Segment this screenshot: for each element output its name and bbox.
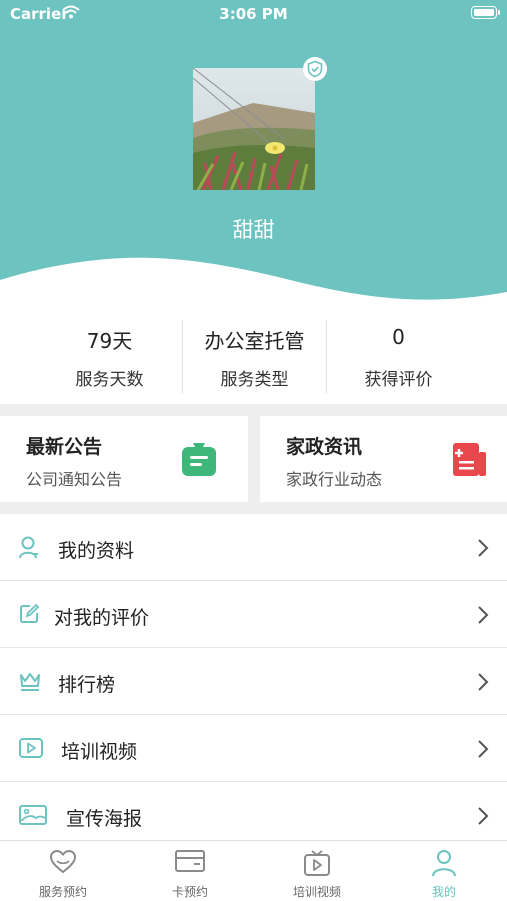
section-divider xyxy=(0,502,507,514)
stat-reviews: 0 获得评价 xyxy=(326,305,471,404)
menu-label: 培训视频 xyxy=(61,741,138,763)
tv-play-icon xyxy=(254,849,380,877)
menu-item-my-profile[interactable]: 我的资料 xyxy=(0,514,507,581)
stat-value: 79天 xyxy=(86,329,133,353)
stat-service-type: 办公室托管 服务类型 xyxy=(182,305,327,404)
profile-header: Carrier 3:06 PM 甜甜 xyxy=(0,0,507,305)
battery-cap xyxy=(498,10,500,15)
stats-row: 79天 服务天数 办公室托管 服务类型 0 获得评价 xyxy=(0,305,507,404)
video-play-icon xyxy=(18,737,44,763)
info-cards: 最新公告 公司通知公告 家政资讯 家政行业动态 xyxy=(0,416,507,502)
card-title: 家政资讯 xyxy=(286,436,363,458)
tab-bar: 服务预约 卡预约 培训视频 我的 xyxy=(0,840,507,900)
notice-bag-icon xyxy=(180,440,218,482)
menu-item-my-reviews[interactable]: 对我的评价 xyxy=(0,581,507,648)
menu-item-training-videos[interactable]: 培训视频 xyxy=(0,715,507,782)
card-icon xyxy=(127,849,253,877)
card-subtitle: 家政行业动态 xyxy=(286,470,383,489)
card-announcements[interactable]: 最新公告 公司通知公告 xyxy=(0,416,248,502)
heart-icon xyxy=(0,849,126,877)
chevron-right-icon xyxy=(477,739,489,763)
chevron-right-icon xyxy=(477,538,489,562)
avatar[interactable] xyxy=(193,68,315,190)
person-icon xyxy=(381,849,507,877)
tab-label: 服务预约 xyxy=(38,885,87,899)
stat-value: 办公室托管 xyxy=(204,329,305,353)
section-divider xyxy=(0,404,507,416)
crown-icon xyxy=(18,670,42,696)
edit-icon xyxy=(18,603,40,629)
news-document-icon xyxy=(451,440,489,482)
stat-service-days: 79天 服务天数 xyxy=(37,305,182,404)
tab-label: 培训视频 xyxy=(292,885,341,899)
tab-mine[interactable]: 我的 xyxy=(381,841,507,901)
card-title: 最新公告 xyxy=(26,436,103,458)
menu-label: 对我的评价 xyxy=(54,607,150,629)
tab-label: 卡预约 xyxy=(171,885,208,899)
verified-shield-icon xyxy=(303,57,327,81)
card-subtitle: 公司通知公告 xyxy=(26,470,123,489)
tab-service-booking[interactable]: 服务预约 xyxy=(0,841,126,901)
status-bar: Carrier 3:06 PM xyxy=(0,0,507,30)
menu-item-leaderboard[interactable]: 排行榜 xyxy=(0,648,507,715)
chevron-right-icon xyxy=(477,672,489,696)
chevron-right-icon xyxy=(477,806,489,830)
menu-label: 宣传海报 xyxy=(66,808,143,830)
user-icon xyxy=(18,536,40,564)
clock: 3:06 PM xyxy=(219,5,288,23)
stat-label: 服务天数 xyxy=(75,370,144,390)
tab-label: 我的 xyxy=(431,885,456,899)
menu-item-posters[interactable]: 宣传海报 xyxy=(0,782,507,849)
card-industry-news[interactable]: 家政资讯 家政行业动态 xyxy=(260,416,507,502)
stat-label: 服务类型 xyxy=(220,370,289,390)
tab-training-videos[interactable]: 培训视频 xyxy=(254,841,380,901)
image-icon xyxy=(18,804,48,830)
chevron-right-icon xyxy=(477,605,489,629)
battery-icon xyxy=(471,6,497,19)
stat-value: 0 xyxy=(392,325,405,349)
stat-label: 获得评价 xyxy=(364,370,433,390)
menu-label: 排行榜 xyxy=(58,674,116,696)
menu-label: 我的资料 xyxy=(58,540,135,562)
tab-card-booking[interactable]: 卡预约 xyxy=(127,841,253,901)
username: 甜甜 xyxy=(232,218,275,242)
